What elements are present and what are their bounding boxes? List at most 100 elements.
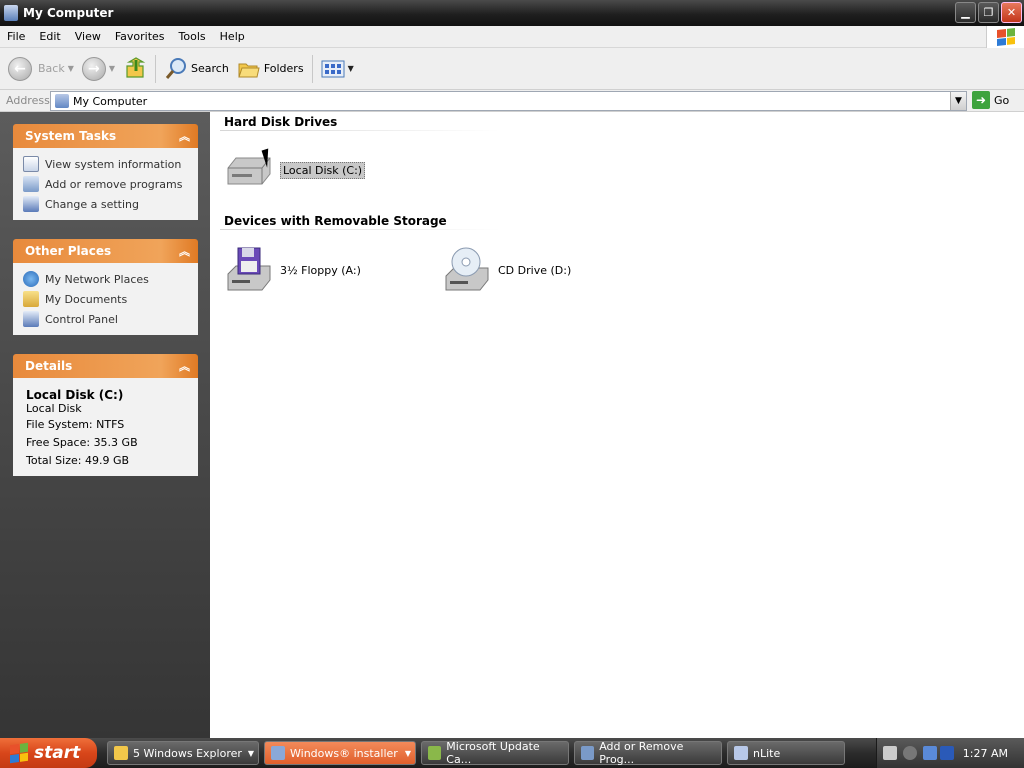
menu-favorites[interactable]: Favorites <box>108 30 172 43</box>
other-places-header[interactable]: Other Places ︽ <box>13 239 198 263</box>
my-documents-link[interactable]: My Documents <box>23 289 188 309</box>
go-button[interactable]: ➜ Go <box>972 91 1009 109</box>
folders-icon <box>238 63 260 77</box>
windows-logo-icon <box>10 742 28 764</box>
view-system-information-link[interactable]: View system information <box>23 154 188 174</box>
menu-edit[interactable]: Edit <box>32 30 67 43</box>
clock[interactable]: 1:27 AM <box>963 747 1008 760</box>
link-label: View system information <box>45 157 182 171</box>
views-icon <box>321 60 345 77</box>
task-pane: System Tasks ︽ View system information A… <box>0 112 210 738</box>
change-setting-link[interactable]: Change a setting <box>23 194 188 214</box>
local-disk-label: Local Disk (C:) <box>280 161 366 179</box>
up-folder-button[interactable] <box>119 53 151 85</box>
task-label: Add or Remove Prog... <box>599 740 684 766</box>
floppy-a-item[interactable]: 3½ Floppy (A:) <box>224 246 361 294</box>
other-places-title: Other Places <box>25 244 112 258</box>
system-info-icon <box>23 156 39 172</box>
menu-help[interactable]: Help <box>213 30 252 43</box>
address-bar: Address My Computer ▼ ➜ Go <box>0 90 1024 112</box>
back-dropdown-icon[interactable]: ▼ <box>68 64 74 73</box>
link-label: Control Panel <box>45 312 118 326</box>
forward-dropdown-icon[interactable]: ▼ <box>109 64 115 73</box>
link-label: My Documents <box>45 292 128 306</box>
my-computer-icon <box>4 5 18 21</box>
back-label: Back <box>38 62 65 75</box>
system-tasks-header[interactable]: System Tasks ︽ <box>13 124 198 148</box>
menu-bar: File Edit View Favorites Tools Help <box>0 26 1024 48</box>
safely-remove-hardware-icon[interactable] <box>940 746 954 760</box>
nlite-icon <box>734 746 748 760</box>
local-disk-c-item[interactable]: Local Disk (C:) <box>224 150 366 190</box>
task-label: 5 Windows Explorer <box>133 746 242 760</box>
back-button[interactable]: ← Back ▼ <box>4 53 78 85</box>
group-divider <box>220 229 500 230</box>
hard-disk-drives-header: Hard Disk Drives <box>224 115 338 129</box>
menu-tools[interactable]: Tools <box>172 30 213 43</box>
back-arrow-icon: ← <box>8 56 32 81</box>
details-panel: Details ︽ Local Disk (C:) Local Disk Fil… <box>13 354 198 476</box>
forward-button[interactable]: → ▼ <box>78 53 119 85</box>
network-icon[interactable] <box>923 746 937 760</box>
collapse-icon[interactable]: ︽ <box>179 128 190 144</box>
system-tray: 1:27 AM <box>876 738 1024 768</box>
address-input[interactable]: My Computer ▼ <box>50 91 967 111</box>
start-label: start <box>34 743 81 763</box>
search-icon <box>165 57 187 79</box>
network-places-icon <box>23 271 39 287</box>
task-label: Windows® installer <box>290 746 398 760</box>
title-bar[interactable]: My Computer ▁ ❐ ✕ <box>0 0 1024 26</box>
group-dropdown-icon[interactable]: ▼ <box>248 749 254 758</box>
cd-drive-label: CD Drive (D:) <box>498 263 572 277</box>
taskbar: start 5 Windows Explorer ▼ Windows® inst… <box>0 738 1024 768</box>
details-name: Local Disk (C:) <box>26 388 124 402</box>
taskbar-windows-installer[interactable]: Windows® installer ▼ <box>264 741 416 765</box>
details-total-size: Total Size: 49.9 GB <box>26 454 130 467</box>
search-button[interactable]: Search <box>160 53 233 85</box>
toolbar-separator <box>311 54 313 83</box>
address-value: My Computer <box>73 94 148 108</box>
collapse-icon[interactable]: ︽ <box>179 243 190 259</box>
taskbar-nlite[interactable]: nLite <box>727 741 845 765</box>
details-type: Local Disk <box>26 402 82 415</box>
keyboard-icon[interactable] <box>883 746 897 760</box>
views-button[interactable]: ▼ <box>317 53 358 85</box>
group-divider <box>220 130 500 131</box>
cd-drive-d-item[interactable]: CD Drive (D:) <box>442 246 571 294</box>
window-title: My Computer <box>23 6 114 20</box>
folder-icon <box>114 746 128 760</box>
start-button[interactable]: start <box>0 738 97 768</box>
address-dropdown-icon[interactable]: ▼ <box>950 92 966 110</box>
task-label: nLite <box>753 746 781 760</box>
minimize-button[interactable]: ▁ <box>955 2 976 23</box>
link-label: Add or remove programs <box>45 177 183 191</box>
show-hidden-icons-icon[interactable] <box>903 746 917 760</box>
control-panel-link[interactable]: Control Panel <box>23 309 188 329</box>
my-network-places-link[interactable]: My Network Places <box>23 269 188 289</box>
search-label: Search <box>191 62 229 75</box>
menu-file[interactable]: File <box>0 30 32 43</box>
cd-drive-icon <box>445 247 489 291</box>
explorer-window: My Computer ▁ ❐ ✕ File Edit View Favorit… <box>0 0 1024 738</box>
folders-button[interactable]: Folders <box>233 53 308 85</box>
taskbar-add-remove-programs[interactable]: Add or Remove Prog... <box>574 740 722 766</box>
taskbar-microsoft-update-catalog[interactable]: Microsoft Update Ca... <box>421 740 569 766</box>
link-label: My Network Places <box>45 272 149 286</box>
details-header[interactable]: Details ︽ <box>13 354 198 378</box>
restore-button[interactable]: ❐ <box>978 2 999 23</box>
views-dropdown-icon[interactable]: ▼ <box>348 64 354 73</box>
removable-storage-header: Devices with Removable Storage <box>224 214 447 228</box>
forward-arrow-icon: → <box>81 56 106 81</box>
collapse-icon[interactable]: ︽ <box>179 358 190 374</box>
up-folder-icon <box>126 56 146 78</box>
taskbar-windows-explorer[interactable]: 5 Windows Explorer ▼ <box>107 741 259 765</box>
add-remove-programs-link[interactable]: Add or remove programs <box>23 174 188 194</box>
other-places-panel: Other Places ︽ My Network Places My Docu… <box>13 239 198 335</box>
group-dropdown-icon[interactable]: ▼ <box>405 749 411 758</box>
menu-view[interactable]: View <box>68 30 108 43</box>
my-computer-icon <box>55 94 69 108</box>
my-documents-icon <box>23 291 39 307</box>
file-view: Hard Disk Drives Local Disk (C:) Devices… <box>210 112 1024 738</box>
close-button[interactable]: ✕ <box>1001 2 1022 23</box>
details-free-space: Free Space: 35.3 GB <box>26 436 138 449</box>
